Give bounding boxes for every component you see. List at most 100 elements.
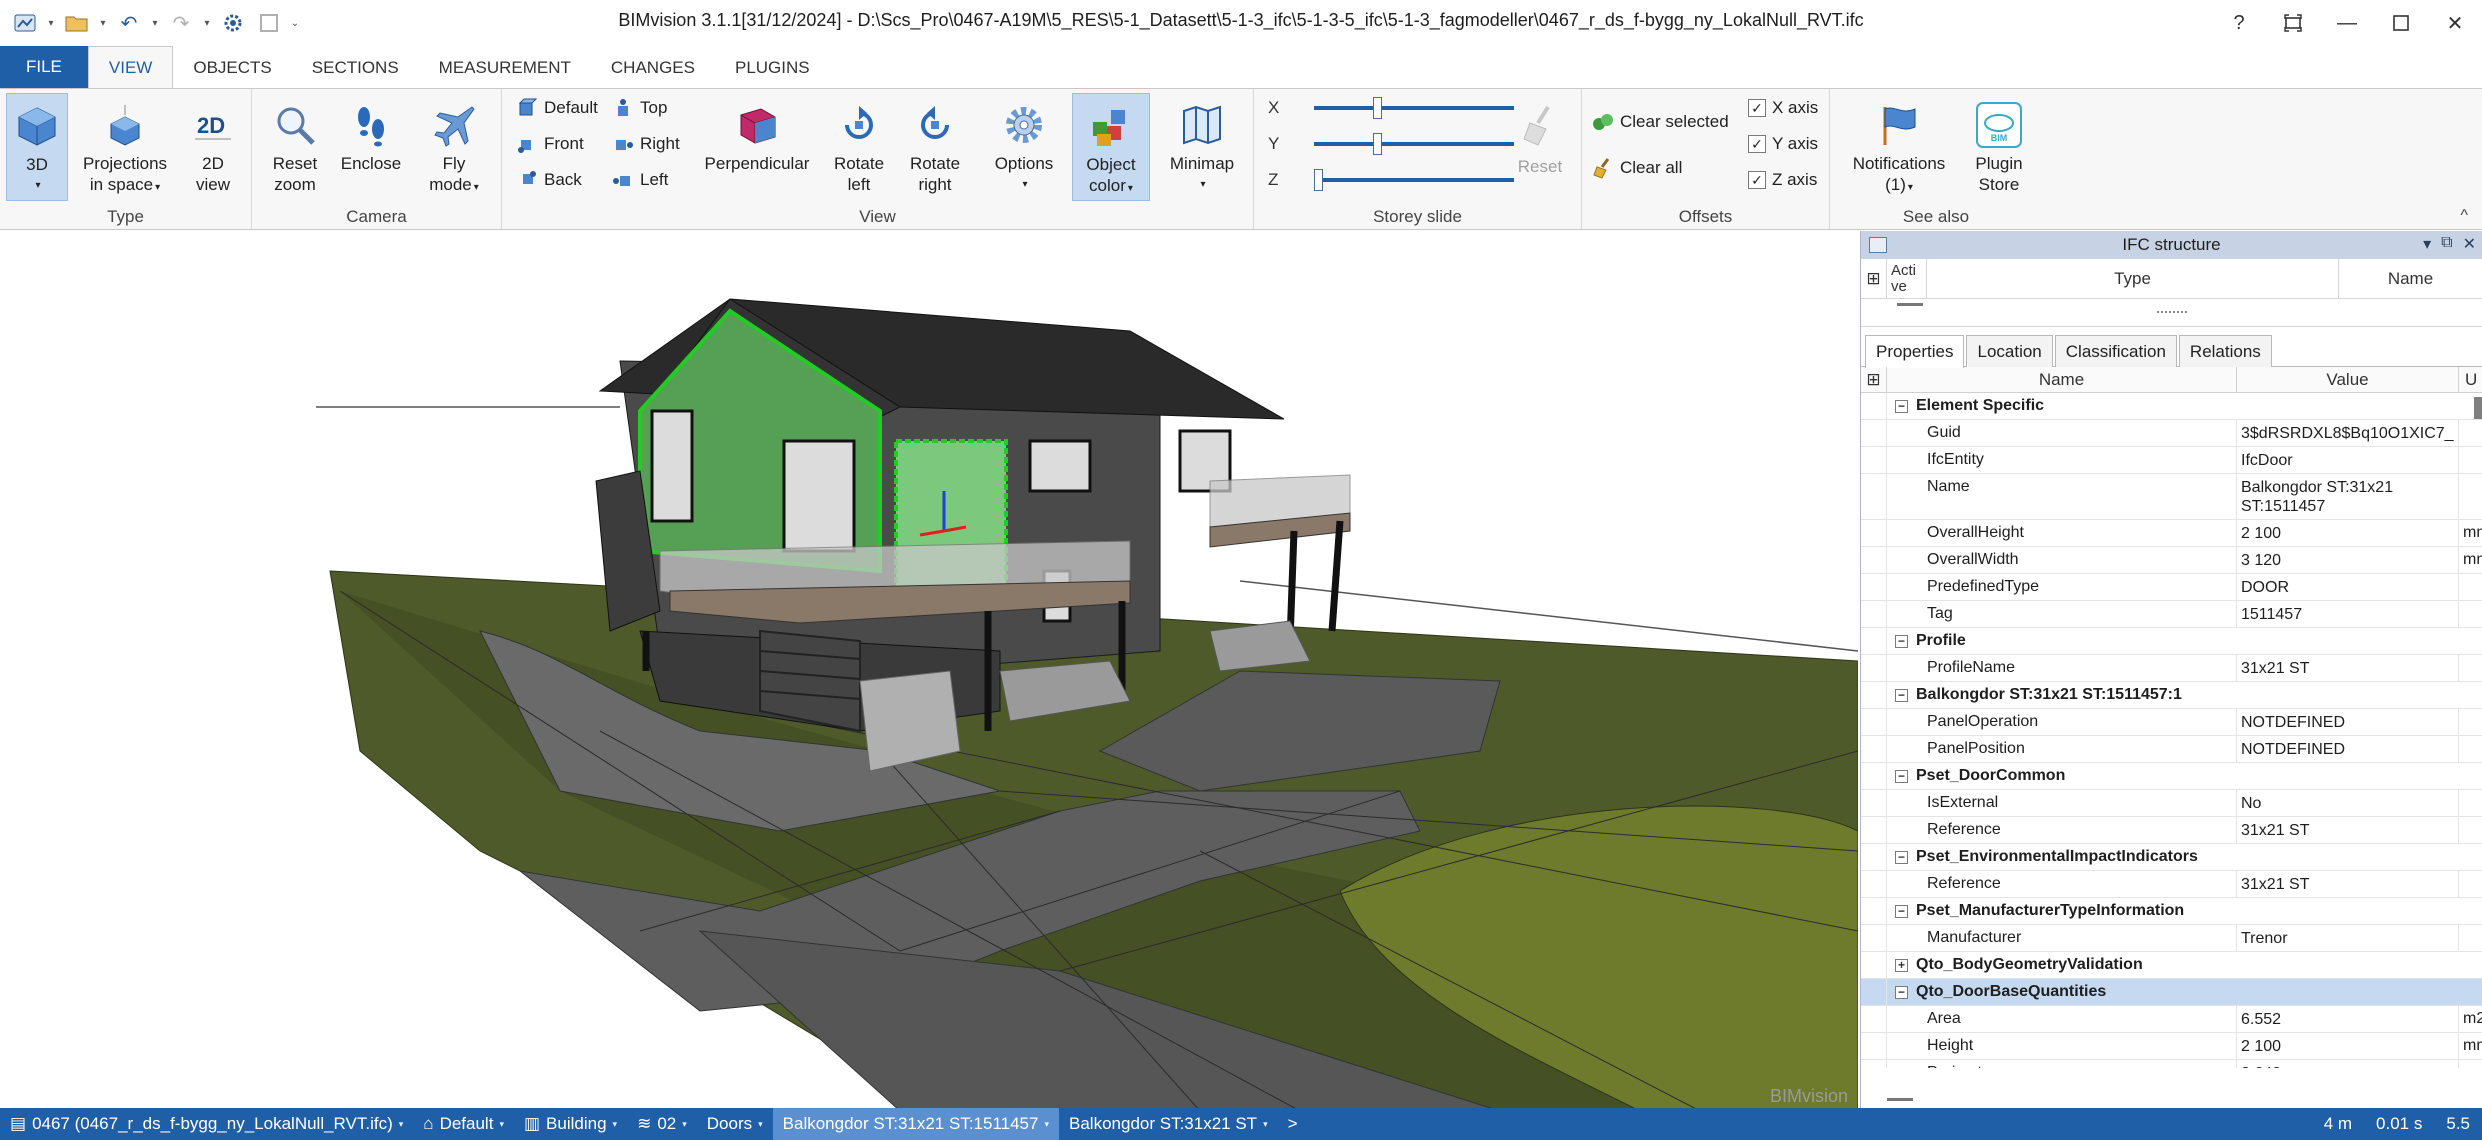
breadcrumb-item[interactable]: Balkongdor ST:31x21 ST:1511457 ▾ [772,1108,1060,1140]
property-row[interactable]: IsExternal No [1861,790,2482,817]
breadcrumb-item[interactable]: Doors ▾ [697,1108,773,1140]
property-row[interactable]: Area 6.552 m2 [1861,1006,2482,1033]
column-chooser-icon[interactable]: ⊞ [1861,259,1887,298]
breadcrumb-item[interactable]: ⌂ Default ▾ [413,1108,514,1140]
property-row[interactable]: Tag 1511457 [1861,601,2482,628]
col-active[interactable]: Acti ve [1887,259,1927,298]
splitter-grip[interactable] [2156,311,2187,315]
storey-reset-button[interactable]: Reset [1510,93,1570,201]
y-slider[interactable]: Y [1268,129,1514,159]
y-slider-thumb[interactable] [1373,133,1383,155]
view-default-button[interactable]: Default [516,93,598,123]
chevron-down-icon[interactable]: ▾ [758,1119,763,1130]
plugin-store-button[interactable]: BIM Plugin Store [1962,93,2036,201]
x-slider-thumb[interactable] [1373,97,1383,119]
property-group-row[interactable]: − Balkongdor ST:31x21 ST:1511457:1 [1861,682,2482,709]
projections-button[interactable]: Projections in space ▾ [76,93,174,201]
clear-all-button[interactable]: Clear all [1592,153,1682,183]
column-chooser-icon[interactable]: ⊞ [1861,367,1887,392]
property-group-row[interactable]: − Pset_EnvironmentalImpactIndicators [1861,844,2482,871]
x-slider[interactable]: X [1268,93,1514,123]
property-group-row[interactable]: − Pset_DoorCommon [1861,763,2482,790]
breadcrumb-item[interactable]: ▤ 0467 (0467_r_ds_f-bygg_ny_LokalNull_RVT… [0,1108,413,1140]
breadcrumb-item[interactable]: ≋ 02 ▾ [627,1108,697,1140]
property-row[interactable]: PanelPosition NOTDEFINED [1861,736,2482,763]
tab-properties[interactable]: Properties [1865,335,1965,368]
property-group-row[interactable]: − Pset_ManufacturerTypeInformation [1861,898,2482,925]
collapse-ribbon-icon[interactable]: ^ [2460,207,2468,225]
property-row[interactable]: OverallHeight2 100mm [1861,520,2482,547]
property-group-row[interactable]: + Qto_BodyGeometryValidation [1861,952,2482,979]
panel-pin-icon[interactable]: ⧉ [2441,234,2452,254]
chevron-down-icon[interactable]: ▾ [1263,1119,1268,1130]
y-axis-checkbox[interactable]: ✓ Y axis [1748,129,1818,159]
x-axis-checkbox[interactable]: ✓ X axis [1748,93,1818,123]
collapse-icon[interactable]: − [1895,850,1908,864]
col-type[interactable]: Type [1927,259,2339,298]
property-row[interactable]: Manufacturer Trenor [1861,925,2482,952]
chevron-down-icon[interactable]: ▾ [682,1119,687,1130]
property-row[interactable]: IfcEntity IfcDoor [1861,447,2482,474]
rotate-left-button[interactable]: Rotate left [824,93,894,201]
z-slider-thumb[interactable] [1314,169,1323,191]
perpendicular-button[interactable]: Perpendicular [698,93,816,201]
3d-button[interactable]: 3D ▾ [6,93,68,201]
property-row[interactable]: PanelOperation NOTDEFINED [1861,709,2482,736]
options-button[interactable]: Options ▾ [986,93,1062,201]
fly-mode-button[interactable]: Fly mode ▾ [412,93,496,201]
property-row[interactable]: Guid 3$dRSRDXL8$Bq10O1XIC7_ [1861,420,2482,447]
vertical-scrollbar[interactable] [2474,397,2482,419]
property-row[interactable]: PredefinedType DOOR [1861,574,2482,601]
tab-plugins[interactable]: PLUGINS [715,48,830,88]
view-front-button[interactable]: Front [516,129,584,159]
3d-viewport[interactable]: BIMvision [0,231,1858,1111]
breadcrumb-item[interactable]: Balkongdor ST:31x21 ST ▾ [1059,1108,1278,1140]
property-group-row[interactable]: − Element Specific [1861,393,2482,420]
object-color-button[interactable]: Object color ▾ [1072,93,1150,201]
expand-icon[interactable]: + [1895,958,1908,972]
breadcrumb-item[interactable]: ▥ Building ▾ [514,1108,627,1140]
col-prop-unit[interactable]: U [2459,367,2482,392]
col-name[interactable]: Name [2339,259,2482,298]
view-back-button[interactable]: Back [516,165,582,195]
breadcrumb-item[interactable]: > [1278,1108,1308,1140]
collapse-icon[interactable]: − [1895,688,1908,702]
tab-view[interactable]: VIEW [87,46,174,88]
property-row[interactable]: Name Balkongdor ST:31x21 ST:1511457 [1861,474,2482,520]
panel-menu-icon[interactable]: ▾ [2423,234,2431,254]
property-row[interactable]: Perimeter8 640 [1861,1060,2482,1068]
view-top-button[interactable]: Top [612,93,667,123]
reset-zoom-button[interactable]: Reset zoom [260,93,330,201]
close-icon[interactable]: ✕ [2428,0,2482,46]
tab-changes[interactable]: CHANGES [591,48,715,88]
chevron-down-icon[interactable]: ▾ [499,1119,504,1130]
property-row[interactable]: OverallWidth3 120mm [1861,547,2482,574]
panel-close-icon[interactable]: ✕ [2463,234,2476,254]
maximize-icon[interactable] [2374,0,2428,46]
restore-icon[interactable] [2266,0,2320,46]
tab-objects[interactable]: OBJECTS [173,48,291,88]
property-group-row[interactable]: − Qto_DoorBaseQuantities [1861,979,2482,1006]
horizontal-scrollbar[interactable] [1897,303,1923,306]
collapse-icon[interactable]: − [1895,399,1908,413]
tab-measurement[interactable]: MEASUREMENT [419,48,591,88]
tab-relations[interactable]: Relations [2178,335,2272,367]
tab-file[interactable]: FILE [0,46,88,88]
property-row[interactable]: Reference 31x21 ST [1861,817,2482,844]
view-left-button[interactable]: Left [612,165,668,195]
z-slider[interactable]: Z [1268,165,1514,195]
minimize-icon[interactable]: — [2320,0,2374,46]
2d-view-button[interactable]: 2D 2D view [180,93,246,201]
rotate-right-button[interactable]: Rotate right [898,93,972,201]
horizontal-scrollbar[interactable] [1887,1098,1913,1101]
clear-selected-button[interactable]: Clear selected [1592,107,1729,137]
property-group-row[interactable]: − Profile [1861,628,2482,655]
collapse-icon[interactable]: − [1895,985,1908,999]
collapse-icon[interactable]: − [1895,634,1908,648]
collapse-icon[interactable]: − [1895,769,1908,783]
tab-sections[interactable]: SECTIONS [292,48,419,88]
view-right-button[interactable]: Right [612,129,680,159]
enclose-button[interactable]: Enclose [334,93,408,201]
property-row[interactable]: ProfileName 31x21 ST [1861,655,2482,682]
minimap-button[interactable]: Minimap ▾ [1158,93,1246,201]
